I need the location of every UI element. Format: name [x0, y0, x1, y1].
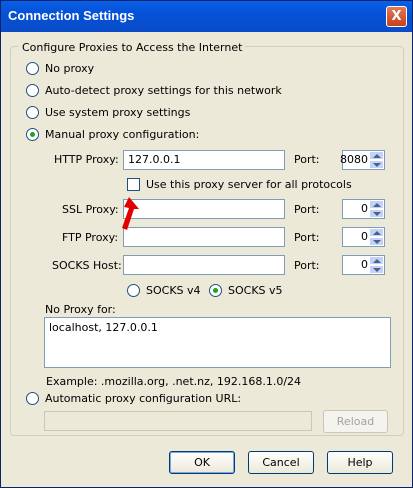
ftp-port-spinner[interactable]: 0	[342, 227, 385, 247]
auto-config-url-input[interactable]	[44, 411, 312, 431]
radio-manual-proxy-label[interactable]: Manual proxy configuration:	[45, 128, 199, 141]
no-proxy-for-textarea[interactable]: localhost, 127.0.0.1	[44, 317, 391, 368]
annotation-arrow-icon	[122, 197, 139, 230]
http-proxy-label: HTTP Proxy:	[54, 153, 119, 166]
http-port-label: Port:	[294, 153, 320, 166]
radio-system-proxy[interactable]	[26, 106, 39, 119]
spin-up-icon[interactable]	[369, 256, 384, 265]
no-proxy-for-label: No Proxy for:	[45, 303, 116, 316]
use-all-protocols-label[interactable]: Use this proxy server for all protocols	[146, 178, 352, 191]
ftp-port-label: Port:	[294, 231, 320, 244]
radio-no-proxy[interactable]	[26, 62, 39, 75]
spin-down-icon[interactable]	[369, 209, 384, 218]
use-all-protocols-checkbox[interactable]	[127, 178, 140, 191]
socks-port-label: Port:	[294, 259, 320, 272]
radio-socks-v5[interactable]	[209, 284, 222, 297]
no-proxy-example: Example: .mozilla.org, .net.nz, 192.168.…	[46, 375, 302, 388]
ssl-port-label: Port:	[294, 203, 320, 216]
spin-up-icon[interactable]	[369, 200, 384, 209]
spin-down-icon[interactable]	[369, 265, 384, 274]
radio-auto-config-url[interactable]	[26, 392, 39, 405]
radio-socks-v4-label[interactable]: SOCKS v4	[146, 284, 201, 297]
ssl-proxy-input[interactable]	[123, 199, 285, 219]
ok-button[interactable]: OK	[169, 451, 235, 474]
radio-socks-v4[interactable]	[127, 284, 140, 297]
radio-manual-proxy[interactable]	[26, 128, 39, 141]
cancel-button[interactable]: Cancel	[248, 451, 314, 474]
help-button[interactable]: Help	[327, 451, 393, 474]
ssl-port-value: 0	[361, 202, 368, 215]
ssl-port-spinner[interactable]: 0	[342, 199, 385, 219]
spin-down-icon[interactable]	[369, 237, 384, 246]
radio-no-proxy-label[interactable]: No proxy	[45, 62, 94, 75]
close-button[interactable]: X	[386, 6, 407, 27]
socks-port-spinner[interactable]: 0	[342, 255, 385, 275]
spin-up-icon[interactable]	[369, 228, 384, 237]
spin-down-icon[interactable]	[369, 160, 384, 169]
socks-port-value: 0	[361, 258, 368, 271]
socks-host-label: SOCKS Host:	[52, 259, 122, 272]
title-bar[interactable]: Connection Settings X	[1, 1, 412, 32]
radio-auto-detect-label[interactable]: Auto-detect proxy settings for this netw…	[45, 84, 282, 97]
connection-settings-dialog: Connection Settings X Configure Proxies …	[0, 0, 413, 488]
http-port-spinner[interactable]: 8080	[340, 150, 385, 170]
radio-system-proxy-label[interactable]: Use system proxy settings	[45, 106, 190, 119]
socks-host-input[interactable]	[123, 255, 285, 275]
spin-up-icon[interactable]	[369, 151, 384, 160]
radio-auto-detect[interactable]	[26, 84, 39, 97]
http-proxy-input[interactable]: 127.0.0.1	[123, 150, 285, 170]
http-port-value: 8080	[340, 153, 368, 166]
radio-auto-config-url-label[interactable]: Automatic proxy configuration URL:	[45, 392, 241, 405]
window-title: Connection Settings	[8, 8, 135, 23]
ssl-proxy-label: SSL Proxy:	[62, 203, 119, 216]
ftp-proxy-label: FTP Proxy:	[62, 231, 119, 244]
group-label: Configure Proxies to Access the Internet	[19, 41, 246, 54]
ftp-port-value: 0	[361, 230, 368, 243]
radio-socks-v5-label[interactable]: SOCKS v5	[228, 284, 283, 297]
ftp-proxy-input[interactable]	[123, 227, 285, 247]
reload-button[interactable]: Reload	[323, 410, 388, 433]
